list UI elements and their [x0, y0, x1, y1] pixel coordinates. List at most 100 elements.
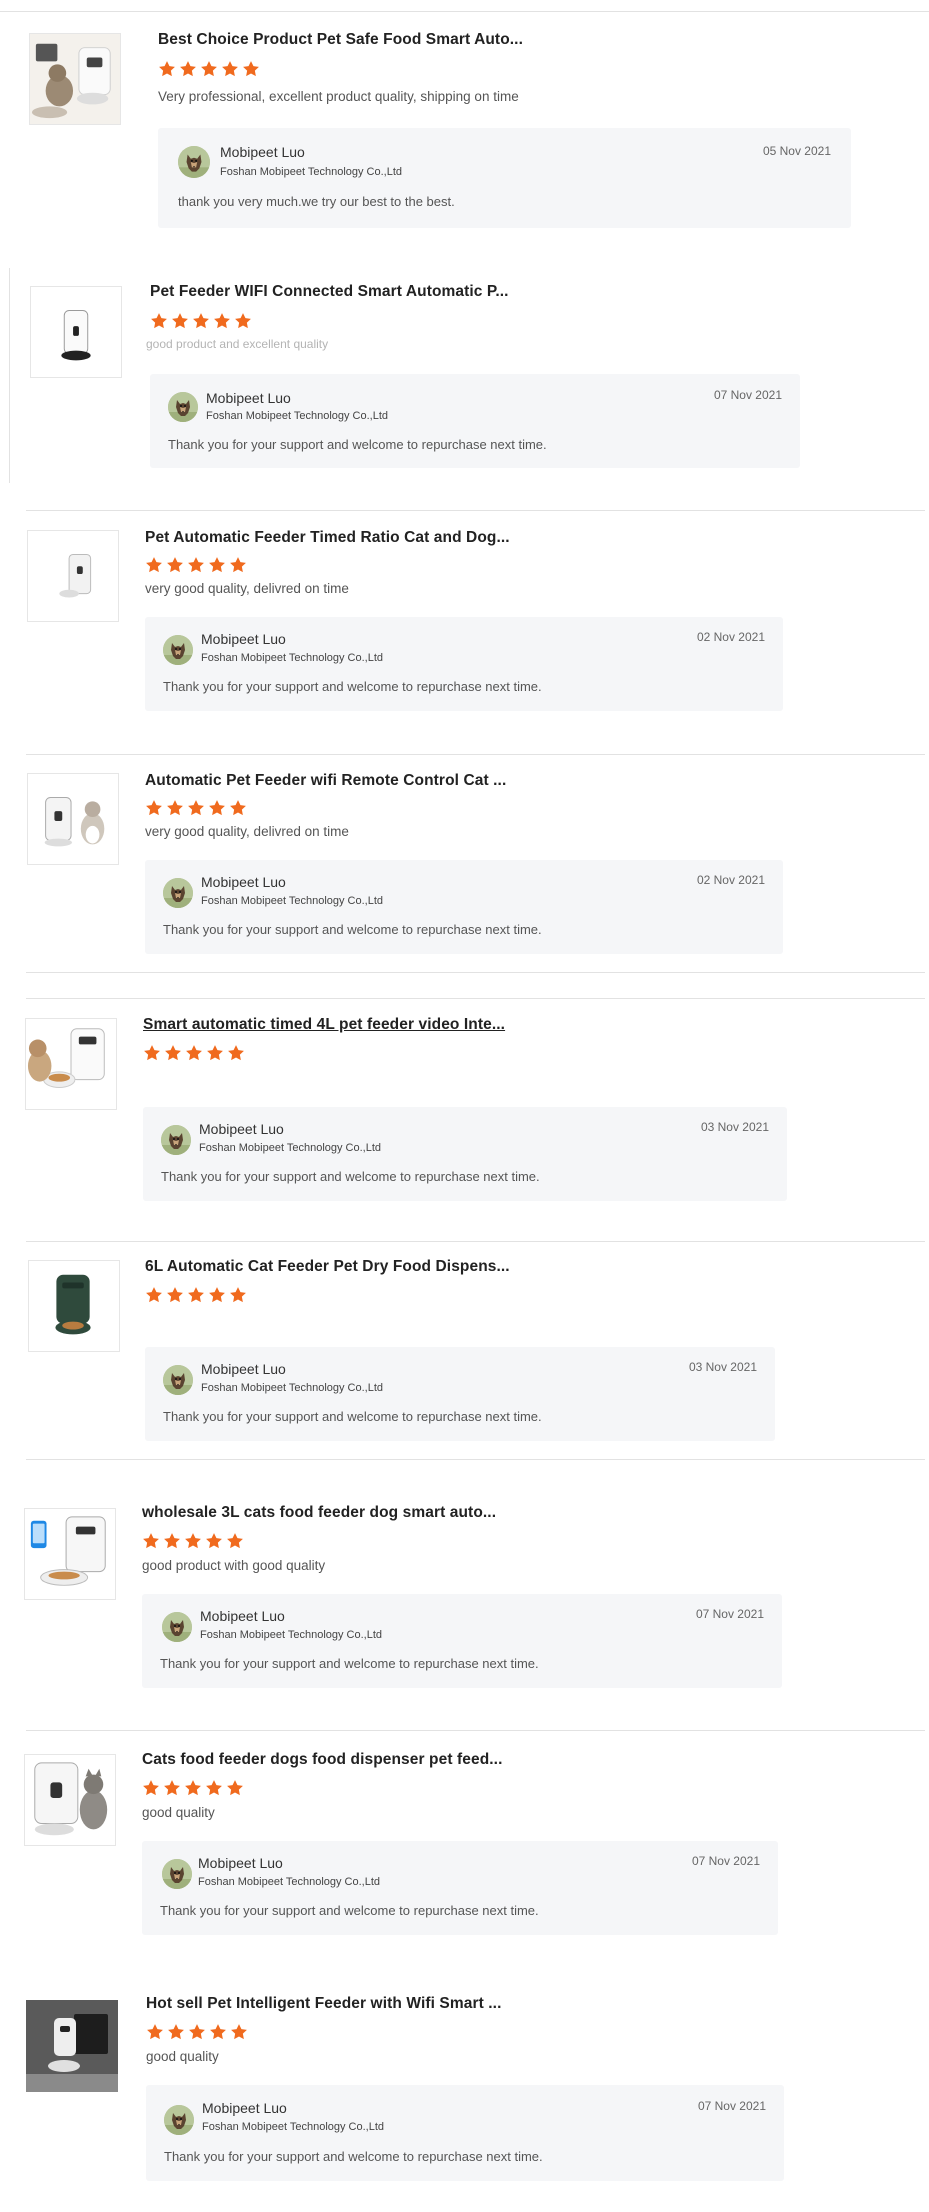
avatar: [161, 1125, 191, 1155]
reply-author-name: Mobipeet Luo: [201, 874, 286, 890]
product-thumbnail[interactable]: [28, 1260, 120, 1352]
rating-stars: [158, 60, 260, 78]
product-title[interactable]: Automatic Pet Feeder wifi Remote Control…: [145, 772, 506, 790]
reply-company: Foshan Mobipeet Technology Co.,Ltd: [201, 652, 384, 664]
avatar: [178, 146, 210, 178]
review-comment: Very professional, excellent product qua…: [158, 89, 519, 104]
star-icon: [205, 1779, 223, 1797]
product-thumbnail[interactable]: [25, 1018, 117, 1110]
star-icon: [143, 1044, 161, 1062]
reply-text: Thank you for your support and welcome t…: [161, 1169, 540, 1184]
reply-author-name: Mobipeet Luo: [199, 1121, 284, 1137]
product-thumbnail[interactable]: [26, 2000, 118, 2092]
reply-text: thank you very much.we try our best to t…: [178, 194, 455, 209]
dog-avatar-icon: [163, 878, 193, 908]
dog-avatar-icon: [162, 1859, 192, 1889]
avatar: [164, 2105, 194, 2135]
seller-reply: Mobipeet Luo Foshan Mobipeet Technology …: [142, 1594, 782, 1688]
star-icon: [158, 60, 176, 78]
product-title[interactable]: 6L Automatic Cat Feeder Pet Dry Food Dis…: [145, 1258, 510, 1276]
review-comment: good product with good quality: [142, 1558, 326, 1573]
star-icon: [185, 1044, 203, 1062]
dog-avatar-icon: [178, 146, 210, 178]
pet-feeder-with-cat-image: [30, 34, 120, 124]
avatar: [163, 878, 193, 908]
reply-author-name: Mobipeet Luo: [201, 1361, 286, 1377]
star-icon: [208, 799, 226, 817]
reply-author-name: Mobipeet Luo: [198, 1855, 283, 1871]
star-icon: [229, 556, 247, 574]
product-title[interactable]: wholesale 3L cats food feeder dog smart …: [142, 1504, 496, 1522]
dark-room-pet-feeder-image: [26, 2000, 118, 2092]
reply-company: Foshan Mobipeet Technology Co.,Ltd: [201, 1382, 384, 1394]
review-comment: good quality: [146, 2049, 219, 2064]
seller-reply: Mobipeet Luo Foshan Mobipeet Technology …: [142, 1841, 778, 1935]
star-icon: [242, 60, 260, 78]
star-icon: [171, 312, 189, 330]
review-comment: good quality: [142, 1805, 215, 1820]
reply-company: Foshan Mobipeet Technology Co.,Ltd: [199, 1142, 382, 1154]
reply-author-name: Mobipeet Luo: [220, 144, 305, 160]
dog-avatar-icon: [163, 1365, 193, 1395]
pet-feeder-with-cat-image: [25, 1755, 115, 1845]
product-title[interactable]: Pet Automatic Feeder Timed Ratio Cat and…: [145, 529, 510, 547]
top-divider: [0, 11, 929, 12]
reply-text: Thank you for your support and welcome t…: [164, 2149, 543, 2164]
star-icon: [229, 1286, 247, 1304]
reply-text: Thank you for your support and welcome t…: [163, 922, 542, 937]
dog-avatar-icon: [161, 1125, 191, 1155]
reply-company: Foshan Mobipeet Technology Co.,Ltd: [201, 895, 384, 907]
product-thumbnail[interactable]: [29, 33, 121, 125]
star-icon: [146, 2023, 164, 2041]
dog-avatar-icon: [164, 2105, 194, 2135]
review-divider: [26, 972, 925, 973]
seller-reply: Mobipeet Luo Foshan Mobipeet Technology …: [158, 128, 851, 228]
seller-reply: Mobipeet Luo Foshan Mobipeet Technology …: [146, 2085, 784, 2181]
seller-reply: Mobipeet Luo Foshan Mobipeet Technology …: [150, 374, 800, 468]
product-thumbnail[interactable]: [27, 773, 119, 865]
product-title[interactable]: Smart automatic timed 4L pet feeder vide…: [143, 1016, 505, 1034]
reply-company: Foshan Mobipeet Technology Co.,Ltd: [198, 1876, 381, 1888]
reply-text: Thank you for your support and welcome t…: [160, 1903, 539, 1918]
star-icon: [142, 1532, 160, 1550]
rating-stars: [146, 2023, 248, 2041]
pet-feeder-with-dog-image: [26, 1019, 116, 1109]
product-title[interactable]: Hot sell Pet Intelligent Feeder with Wif…: [146, 1995, 501, 2013]
star-icon: [145, 556, 163, 574]
avatar: [163, 1365, 193, 1395]
product-thumbnail[interactable]: [30, 286, 122, 378]
review-divider: [26, 1241, 925, 1242]
reply-company: Foshan Mobipeet Technology Co.,Ltd: [206, 410, 389, 422]
star-icon: [192, 312, 210, 330]
reply-text: Thank you for your support and welcome t…: [163, 1409, 542, 1424]
rating-stars: [145, 799, 247, 817]
star-icon: [166, 1286, 184, 1304]
dog-avatar-icon: [162, 1612, 192, 1642]
reply-date: 07 Nov 2021: [713, 388, 782, 402]
dog-avatar-icon: [163, 635, 193, 665]
product-thumbnail[interactable]: [24, 1508, 116, 1600]
reply-date: 07 Nov 2021: [695, 1607, 764, 1621]
reply-author-name: Mobipeet Luo: [201, 631, 286, 647]
star-icon: [234, 312, 252, 330]
star-icon: [208, 1286, 226, 1304]
star-icon: [163, 1779, 181, 1797]
star-icon: [166, 799, 184, 817]
star-icon: [221, 60, 239, 78]
product-thumbnail[interactable]: [24, 1754, 116, 1846]
star-icon: [200, 60, 218, 78]
star-icon: [150, 312, 168, 330]
product-title[interactable]: Cats food feeder dogs food dispenser pet…: [142, 1751, 502, 1769]
star-icon: [226, 1532, 244, 1550]
star-icon: [145, 799, 163, 817]
pet-feeder-image: [28, 531, 118, 621]
product-title[interactable]: Best Choice Product Pet Safe Food Smart …: [158, 31, 523, 49]
product-thumbnail[interactable]: [27, 530, 119, 622]
reply-company: Foshan Mobipeet Technology Co.,Ltd: [200, 1629, 383, 1641]
product-title[interactable]: Pet Feeder WIFI Connected Smart Automati…: [150, 283, 509, 301]
seller-reply: Mobipeet Luo Foshan Mobipeet Technology …: [143, 1107, 787, 1201]
seller-reply: Mobipeet Luo Foshan Mobipeet Technology …: [145, 860, 783, 954]
reply-date: 02 Nov 2021: [696, 630, 765, 644]
star-icon: [167, 2023, 185, 2041]
dog-avatar-icon: [168, 392, 198, 422]
